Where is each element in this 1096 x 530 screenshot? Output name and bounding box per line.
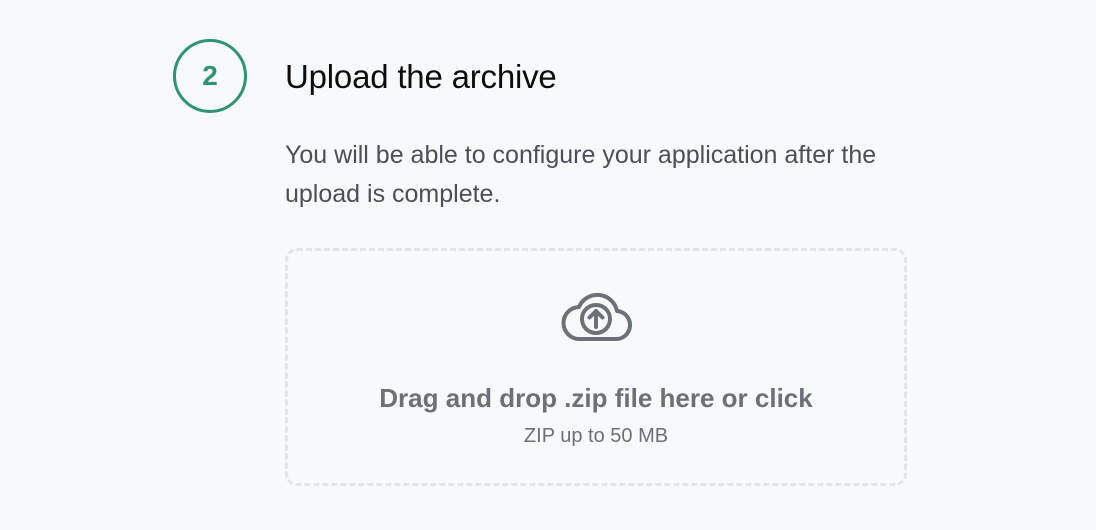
- step-number-badge: 2: [173, 39, 247, 113]
- step-title: Upload the archive: [285, 58, 557, 95]
- step-description: You will be able to configure your appli…: [285, 141, 877, 208]
- dropzone-hint: ZIP up to 50 MB: [523, 425, 669, 447]
- step-number: 2: [202, 60, 218, 91]
- cloud-upload-icon: [561, 292, 633, 342]
- dropzone-label: Drag and drop .zip file here or click: [379, 383, 813, 413]
- file-dropzone[interactable]: Drag and drop .zip file here or click ZI…: [285, 248, 907, 486]
- upload-step-page: 2 Upload the archive You will be able to…: [0, 0, 1096, 530]
